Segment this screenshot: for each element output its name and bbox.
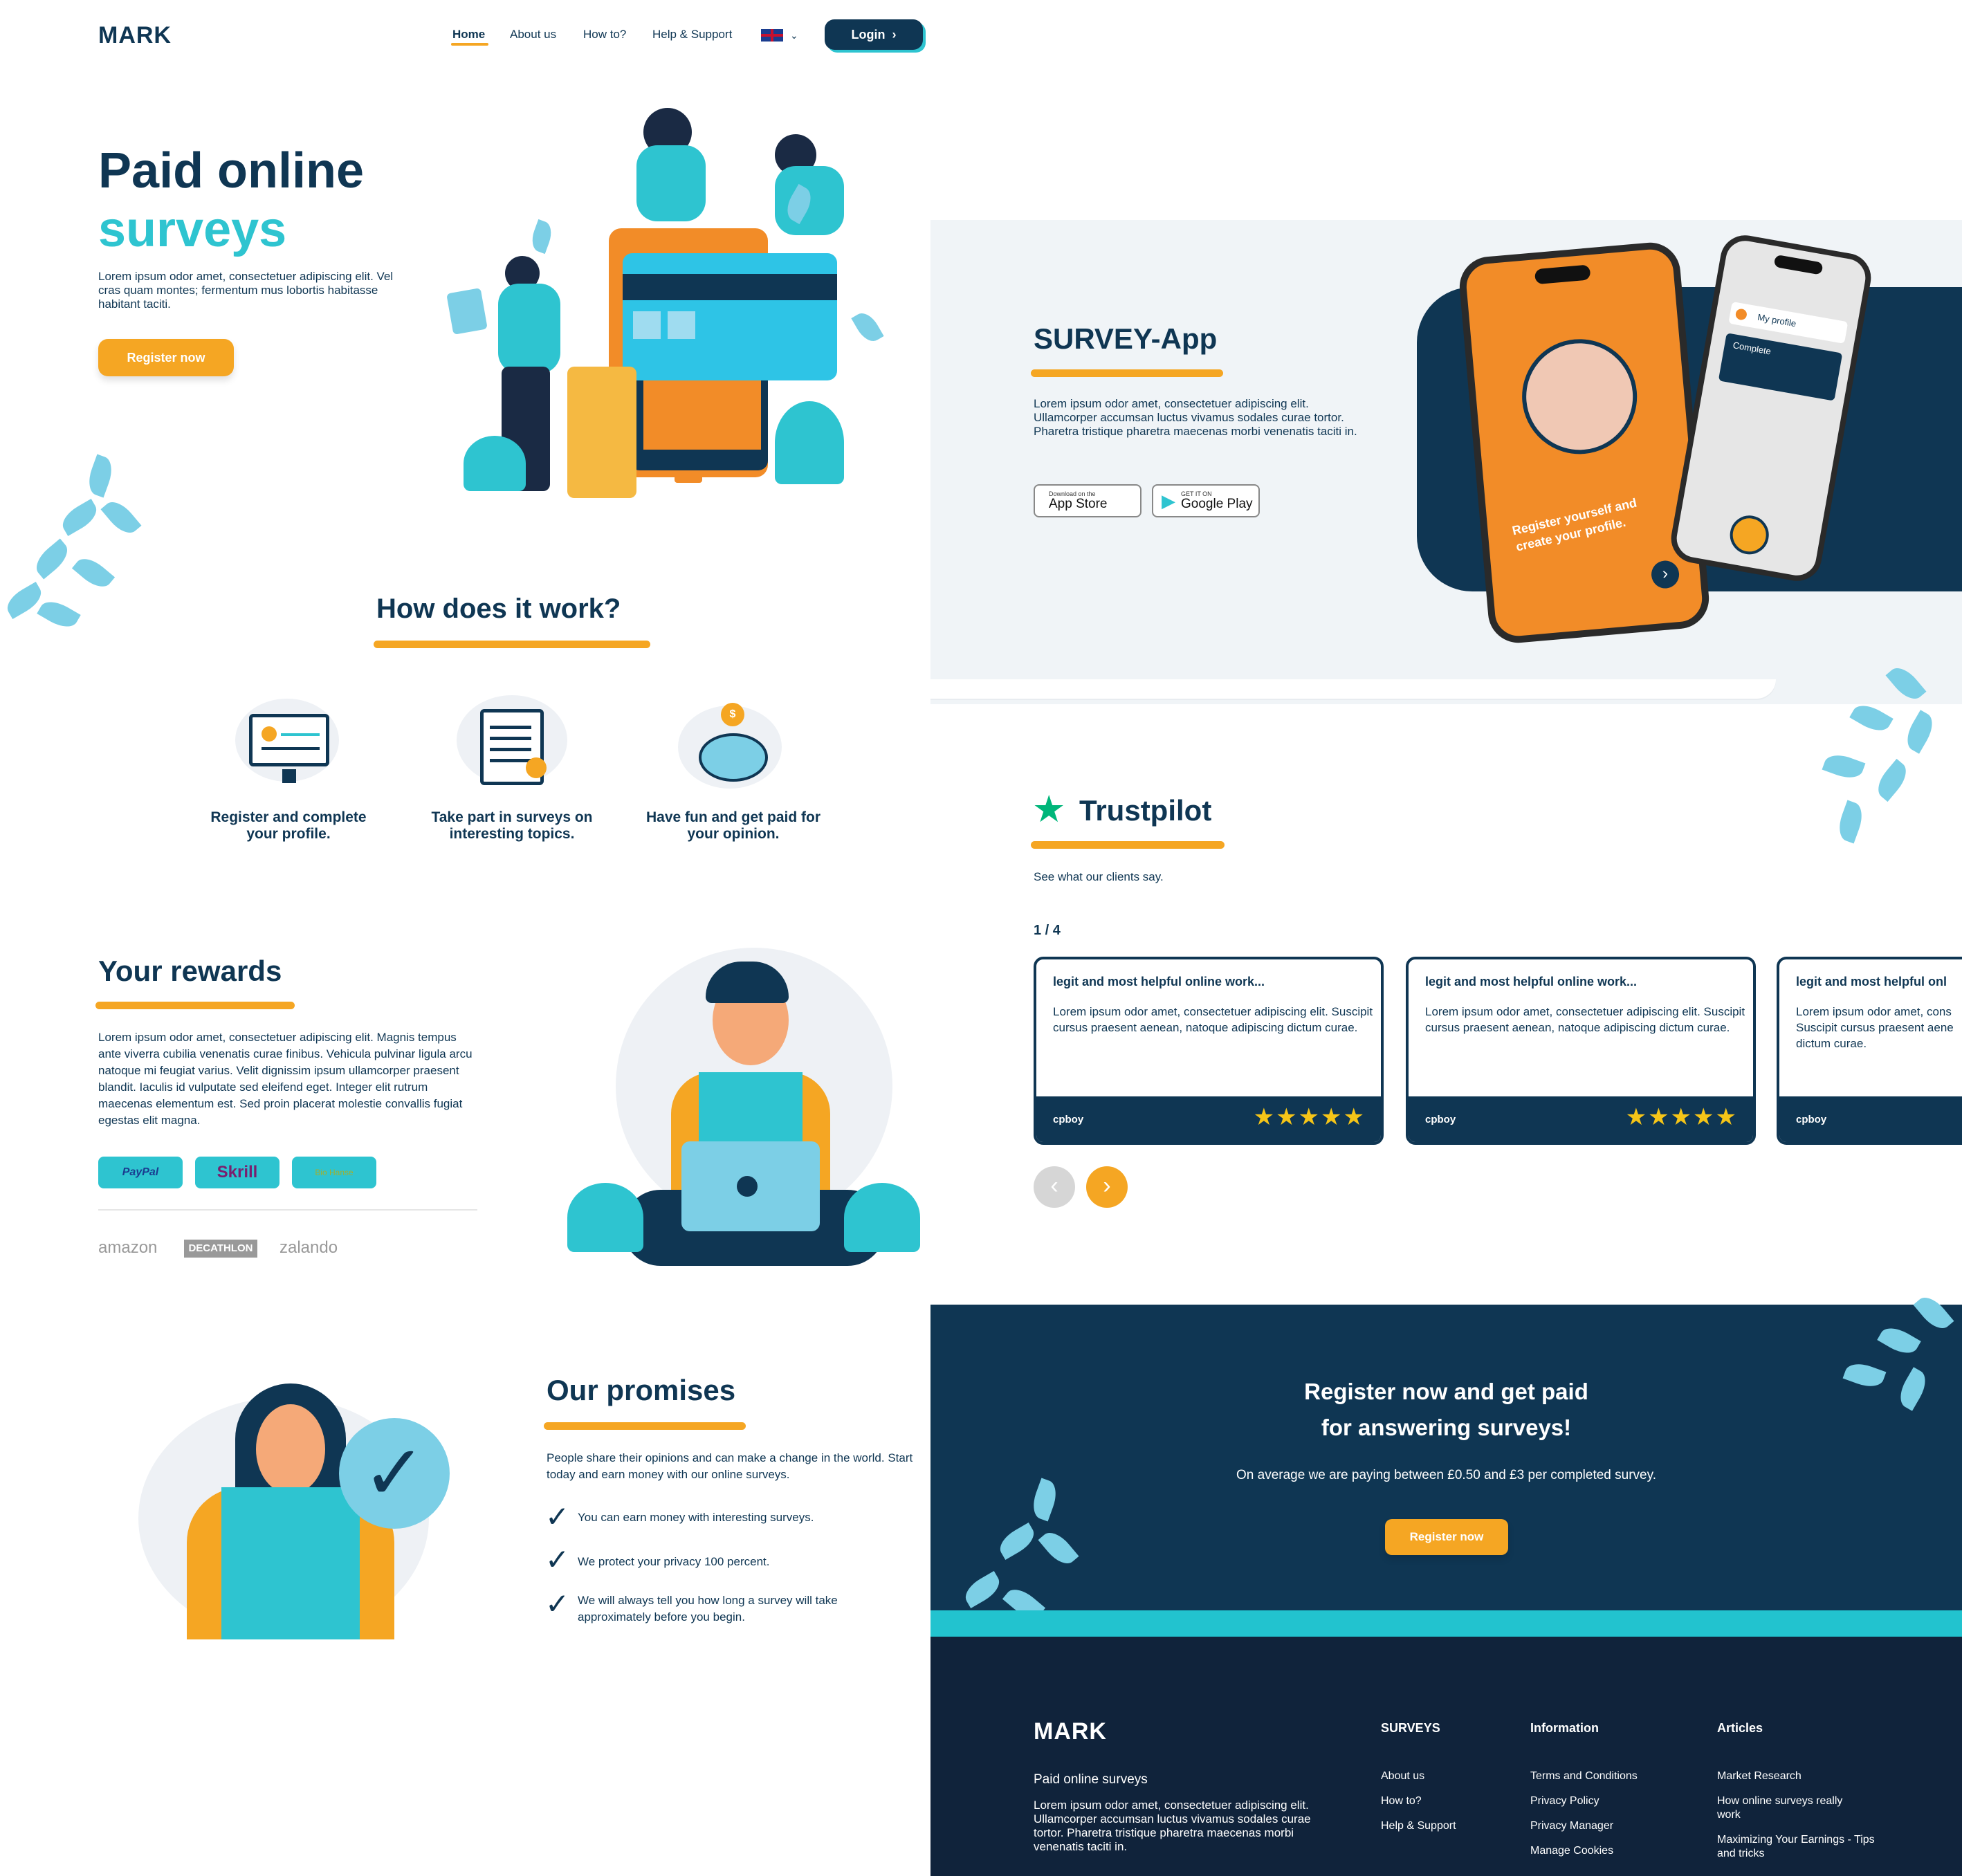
trust-subtitle: See what our clients say. (1034, 870, 1164, 883)
promises-illustration: ✓ (97, 1383, 457, 1639)
rewards-title: Your rewards (98, 955, 282, 987)
footer-link[interactable]: Privacy Policy (1530, 1794, 1599, 1808)
nav-about[interactable]: About us (510, 28, 556, 42)
amazon-logo: amazon (98, 1238, 158, 1257)
footer-link[interactable]: Terms and Conditions (1530, 1769, 1638, 1783)
chevron-right-icon: › (892, 27, 897, 42)
app-underline (1031, 369, 1223, 377)
nav-home[interactable]: Home (452, 28, 485, 42)
promises-underline (544, 1422, 746, 1430)
hero-title-accent: surveys (98, 202, 287, 257)
phone-text: Register yourself and create your profil… (1510, 495, 1638, 554)
zalando-logo: zalando (279, 1238, 338, 1257)
carousel-next-button[interactable]: › (1086, 1166, 1128, 1208)
trust-title: Trustpilot (1079, 794, 1212, 827)
cta-teal-band (930, 1610, 1962, 1637)
footer-link[interactable]: Manage Cookies (1530, 1844, 1613, 1858)
star-icon: ★ (1032, 789, 1066, 830)
decorative-leaves-left (0, 443, 145, 643)
footer-col3-title: Articles (1717, 1721, 1763, 1735)
checkmark-icon: ✓ (545, 1543, 570, 1576)
footer-link[interactable]: About us (1381, 1769, 1424, 1783)
cta-leaves-right (1826, 1287, 1962, 1425)
logo[interactable]: MARK (98, 22, 172, 49)
hero-title: Paid online (98, 143, 365, 199)
promises-text: People share their opinions and can make… (547, 1451, 913, 1481)
app-text: Lorem ipsum odor amet, consectetuer adip… (1034, 397, 1357, 438)
footer-link[interactable]: How online surveys really work (1717, 1794, 1855, 1822)
cta-title: Register now and get paid for answering s… (1304, 1379, 1588, 1440)
how-underline (374, 641, 650, 648)
skrill-badge: Skrill (195, 1157, 279, 1188)
nav-help[interactable]: Help & Support (652, 28, 732, 42)
promise-2: We protect your privacy 100 percent. (578, 1555, 770, 1568)
review-card: legit and most helpful onl Lorem ipsum o… (1777, 957, 1962, 1145)
piggy-bank-icon: $ (678, 699, 789, 796)
chevron-right-icon: › (1650, 559, 1680, 590)
rewards-illustration (567, 934, 927, 1287)
login-button[interactable]: Login › (825, 19, 923, 50)
rating-stars: ★★★★★ (1625, 1104, 1738, 1130)
footer-col1-title: SURVEYS (1381, 1721, 1440, 1735)
uk-flag-icon (761, 29, 783, 42)
chevron-down-icon: ⌄ (790, 29, 798, 41)
checkmark-icon: ✓ (545, 1588, 570, 1620)
footer-tagline: Paid online surveys (1034, 1772, 1148, 1787)
nav-home-underline (451, 43, 488, 46)
review-card: legit and most helpful online work... Lo… (1406, 957, 1756, 1145)
decathlon-logo: DECATHLON (184, 1240, 257, 1258)
decorative-leaves-right (1813, 650, 1962, 858)
promise-1: You can earn money with interesting surv… (578, 1511, 814, 1524)
footer-link[interactable]: Privacy Manager (1530, 1819, 1613, 1833)
nav-howto[interactable]: How to? (583, 28, 626, 42)
how-title: How does it work? (376, 594, 621, 624)
clipboard-icon (457, 695, 567, 792)
cta-register-button[interactable]: Register now (1385, 1519, 1508, 1555)
promises-title: Our promises (547, 1374, 736, 1406)
monitor-icon (235, 699, 339, 789)
footer-col2-title: Information (1530, 1721, 1599, 1735)
rewards-divider (98, 1209, 477, 1211)
step-2-text: Take part in surveys on interesting topi… (431, 809, 593, 842)
rewards-text: Lorem ipsum odor amet, consectetuer adip… (98, 1031, 473, 1127)
phone-mockup-1: Register yourself and create your profil… (1457, 240, 1712, 645)
google-play-button[interactable]: ▶ GET IT ON Google Play (1152, 484, 1260, 517)
biohanse-badge: Bio Hanse (292, 1157, 376, 1188)
hero-text: Lorem ipsum odor amet, consectetuer adip… (98, 270, 394, 311)
review-counter: 1 / 4 (1034, 923, 1061, 938)
carousel-prev-button[interactable]: ‹ (1034, 1166, 1075, 1208)
promise-3: We will always tell you how long a surve… (578, 1594, 838, 1624)
app-section-divider (930, 679, 1776, 699)
app-title: SURVEY-App (1034, 322, 1218, 355)
rating-stars: ★★★★★ (1253, 1104, 1366, 1130)
footer-logo[interactable]: MARK (1034, 1718, 1107, 1745)
footer-link[interactable]: How to? (1381, 1794, 1422, 1808)
footer-link[interactable]: Maximizing Your Earnings - Tips and tric… (1717, 1833, 1876, 1861)
footer-link[interactable]: Help & Support (1381, 1819, 1456, 1833)
paypal-badge: PayPal (98, 1157, 183, 1188)
app-store-button[interactable]: Download on the App Store (1034, 484, 1142, 517)
phone-complete: Complete (1718, 333, 1843, 401)
step-3-text: Have fun and get paid for your opinion. (645, 809, 821, 842)
language-selector[interactable]: ⌄ (761, 28, 804, 43)
checkmark-icon: ✓ (545, 1500, 570, 1533)
google-play-icon: ▶ (1162, 490, 1175, 511)
footer-link[interactable]: Market Research (1717, 1769, 1855, 1783)
rewards-underline (95, 1002, 295, 1009)
step-1-text: Register and complete your profile. (210, 809, 367, 842)
footer-text: Lorem ipsum odor amet, consectetuer adip… (1034, 1799, 1311, 1853)
hero-illustration (443, 104, 927, 505)
trust-underline (1031, 841, 1225, 849)
hero-register-button[interactable]: Register now (98, 339, 234, 376)
review-card: legit and most helpful online work... Lo… (1034, 957, 1384, 1145)
